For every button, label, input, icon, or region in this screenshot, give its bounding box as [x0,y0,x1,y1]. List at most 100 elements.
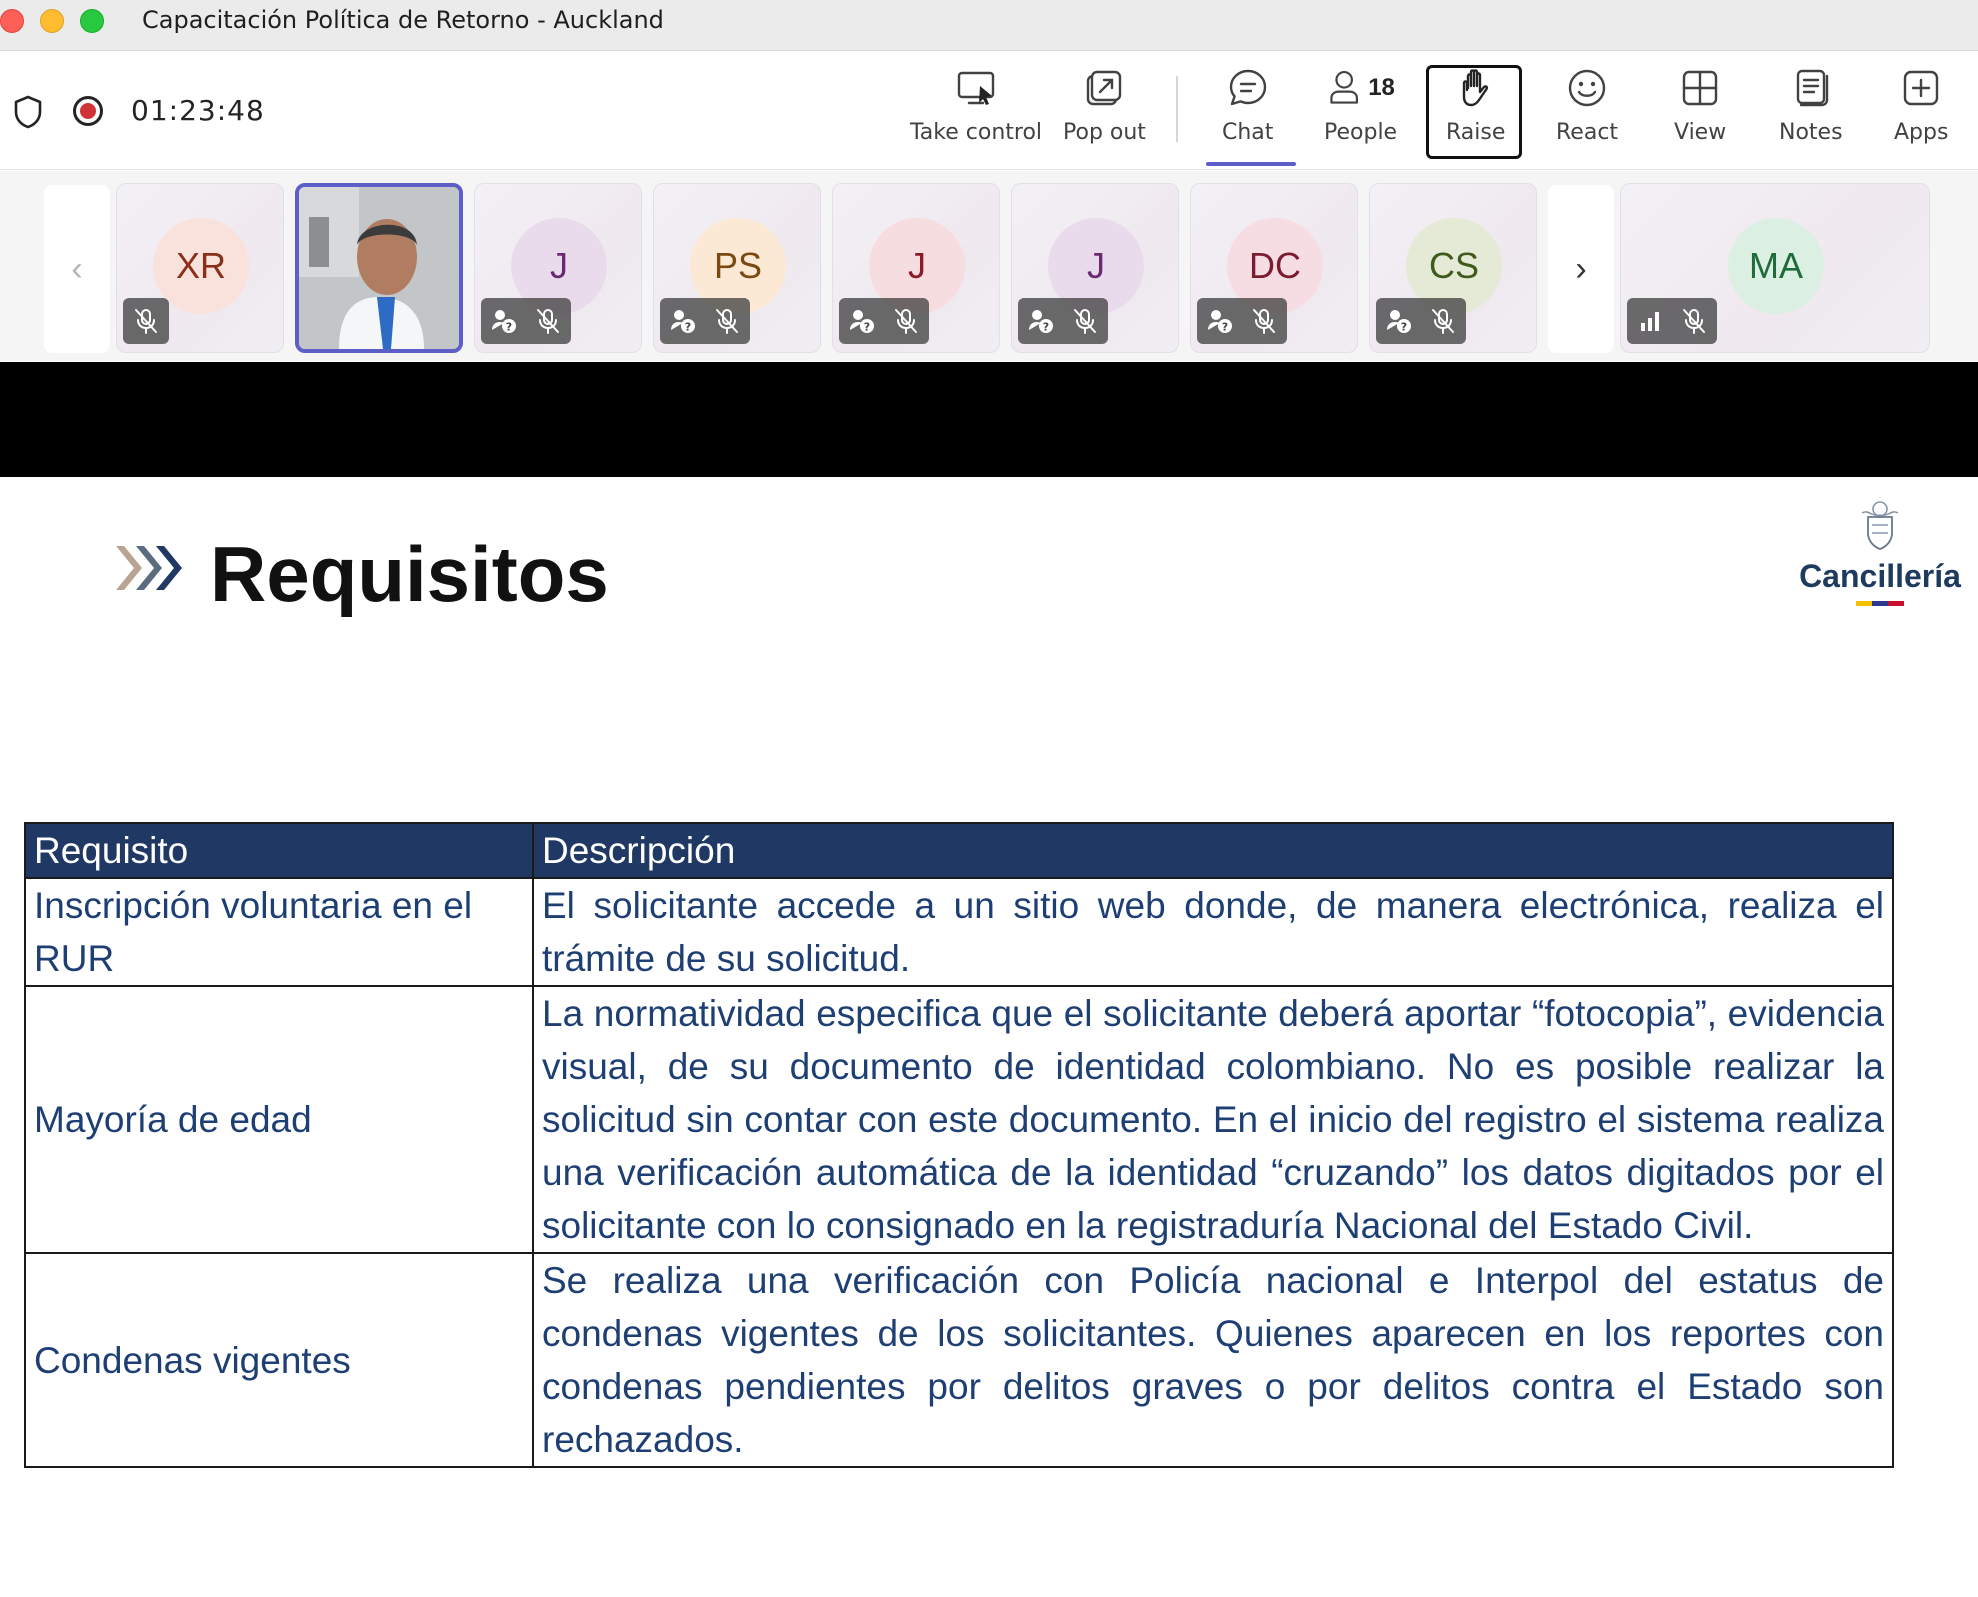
participant-tile[interactable]: DC? [1190,183,1358,353]
meeting-toolbar: 01:23:48 Take control Pop out Chat 18 Pe… [0,52,1978,170]
logo-text: Cancillería [1799,558,1961,594]
close-window-button[interactable] [0,9,24,33]
participant-status-badges: ? [1376,298,1466,344]
participant-status-badges: ? [1018,298,1108,344]
gallery-next-button[interactable]: › [1548,185,1614,353]
flag-bar [1856,601,1904,606]
status-icon: ? [1384,306,1414,336]
apps-icon [1904,70,1939,106]
slide-title: Requisitos [210,530,609,618]
react-icon [1568,69,1606,107]
requisito-cell: Condenas vigentes [24,1252,534,1468]
people-count: 18 [1368,74,1395,101]
mic-off-icon [533,306,563,336]
mic-off-icon [712,306,742,336]
status-icon: ? [489,306,519,336]
take-control-icon [957,71,995,105]
chevrons-icon [116,546,182,590]
svg-text:?: ? [864,321,870,334]
minimize-window-button[interactable] [40,9,64,33]
chevron-right-icon: › [1575,249,1587,288]
table-header-row: Requisito Descripción [24,822,1894,879]
mic-off-icon [1428,306,1458,336]
participant-status-badges: ? [481,298,571,344]
status-icon: ? [847,306,877,336]
shield-icon[interactable] [12,94,44,130]
descripcion-cell: La normatividad especifica que el solici… [532,985,1894,1254]
window-title: Capacitación Política de Retorno - Auckl… [142,6,664,34]
requisito-cell: Mayoría de edad [24,985,534,1254]
descripcion-cell: Se realiza una verificación con Policía … [532,1252,1894,1468]
people-icon [1330,71,1359,104]
participant-status-badges: ? [839,298,929,344]
view-icon [1682,70,1718,106]
participant-tile[interactable]: J? [474,183,642,353]
participant-tile[interactable]: J? [832,183,1000,353]
mic-off-icon [1070,306,1100,336]
raise-hand-icon [1462,69,1488,107]
title-bar: Capacitación Política de Retorno - Auckl… [0,0,1978,51]
shared-screen-letterbox [0,362,1978,477]
take-control-label: Take control [910,120,1043,145]
view-label: View [1674,120,1727,145]
take-control-button[interactable]: Take control [910,66,1042,162]
coat-of-arms-icon [1861,501,1899,550]
participant-tile[interactable] [295,183,463,353]
svg-text:?: ? [506,321,512,334]
apps-label: Apps [1894,120,1949,145]
mic-off-icon [1679,306,1709,336]
requirements-table: Requisito Descripción Inscripción volunt… [24,822,1894,1468]
participant-tile[interactable]: J? [1011,183,1179,353]
svg-text:?: ? [1222,321,1228,334]
participant-video [299,187,459,349]
chat-label: Chat [1222,120,1274,145]
pop-out-icon [1087,70,1122,106]
participant-status-badges [1627,298,1717,344]
signal-icon [1635,306,1665,336]
raise-hand-button[interactable]: Raise [1446,66,1505,162]
view-button[interactable]: View [1674,66,1726,162]
participant-gallery: ‹ XR J? PS? J? J? DC? CS? MA › [0,171,1978,361]
notes-button[interactable]: Notes [1779,66,1843,162]
table-row: Mayoría de edad La normatividad especifi… [24,985,1894,1254]
chat-active-indicator [1206,162,1296,166]
gallery-prev-button[interactable]: ‹ [44,185,110,353]
mic-off-icon [131,306,161,336]
svg-text:?: ? [1043,321,1049,334]
descripcion-cell: El solicitante accede a un sitio web don… [532,877,1894,987]
chat-button[interactable]: Chat [1222,66,1273,162]
pop-out-label: Pop out [1063,120,1146,145]
participant-avatar: MA [1728,218,1824,314]
status-icon: ? [668,306,698,336]
svg-text:?: ? [685,321,691,334]
pop-out-button[interactable]: Pop out [1063,66,1146,162]
participant-status-badges: ? [660,298,750,344]
requisito-cell: Inscripción voluntaria en el RUR [24,877,534,987]
svg-text:?: ? [1401,321,1407,334]
people-button[interactable]: 18 People [1324,66,1397,162]
zoom-window-button[interactable] [80,9,104,33]
table-row: Inscripción voluntaria en el RUR El soli… [24,877,1894,987]
meeting-timer: 01:23:48 [131,94,265,127]
react-button[interactable]: React [1556,66,1618,162]
participant-status-badges: ? [1197,298,1287,344]
notes-icon [1796,69,1828,107]
cancilleria-logo: Cancillería [1790,497,1970,606]
react-label: React [1556,120,1619,145]
participant-tile[interactable]: MA [1620,183,1930,353]
people-label: People [1324,120,1398,145]
mic-off-icon [1249,306,1279,336]
status-icon: ? [1205,306,1235,336]
participant-tile[interactable]: XR [116,183,284,353]
notes-label: Notes [1779,120,1843,145]
participant-status-badges [123,298,169,344]
participant-tile[interactable]: CS? [1369,183,1537,353]
header-requisito: Requisito [24,822,534,879]
chat-icon [1229,69,1266,106]
apps-button[interactable]: Apps [1894,66,1948,162]
header-descripcion: Descripción [532,822,1894,879]
table-row: Condenas vigentes Se realiza una verific… [24,1252,1894,1468]
raise-label: Raise [1446,120,1506,145]
participant-tile[interactable]: PS? [653,183,821,353]
status-icon: ? [1026,306,1056,336]
